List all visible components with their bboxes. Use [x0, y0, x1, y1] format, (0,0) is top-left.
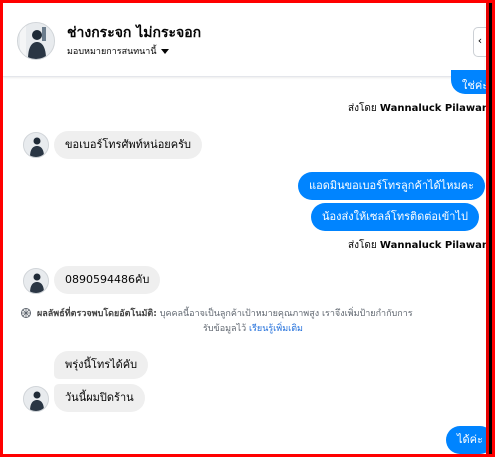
incoming-message[interactable]: 0890594486คับ: [54, 266, 161, 294]
sent-by-name: Wannaluck Pilawan: [379, 240, 489, 251]
assign-conversation[interactable]: มอบหมายการสนทนานี้: [67, 44, 169, 58]
assign-label[interactable]: มอบหมายการสนทนานี้: [67, 47, 157, 57]
sent-by-name: Wannaluck Pilawan: [379, 103, 489, 114]
sent-by-label: ส่งโดย Wannaluck Pilawan?: [348, 101, 495, 116]
contact-name[interactable]: ช่างกระจก ไม่กระจอก: [67, 22, 201, 44]
corner-button[interactable]: ‹: [473, 27, 486, 57]
sparkle-icon: [21, 308, 31, 318]
contact-avatar-small[interactable]: [23, 268, 49, 294]
contact-avatar-small[interactable]: [23, 132, 49, 158]
notice-text-2: รับข้อมูลไว้: [203, 324, 247, 334]
outgoing-message[interactable]: น้องส่งให้เซลล์โทรติดต่อเข้าไป: [311, 203, 479, 231]
learn-more-link[interactable]: เรียนรู้เพิ่มเติม: [249, 324, 303, 334]
outgoing-message[interactable]: แอดมินขอเบอร์โทรลูกค้าได้ไหมคะ: [298, 172, 485, 200]
notice-line-1: ผลลัพธ์ที่ตรวจพบโดยอัตโนมัติ: บุคคลนี้อา…: [37, 307, 413, 321]
sent-by-prefix: ส่งโดย: [348, 103, 377, 114]
contact-avatar-small[interactable]: [23, 386, 49, 412]
notice-text: บุคคลนี้อาจเป็นลูกค้าเป้าหมายคุณภาพสูง เ…: [159, 309, 413, 319]
incoming-message[interactable]: พรุ่งนี้โทรได้คับ: [54, 351, 149, 379]
conversation-header: ช่างกระจก ไม่กระจอก มอบหมายการสนทนานี้ ‹: [3, 3, 486, 77]
notice-line-2: รับข้อมูลไว้ เรียนรู้เพิ่มเติม: [203, 322, 303, 336]
contact-avatar[interactable]: [17, 22, 55, 60]
chevron-down-icon[interactable]: [160, 49, 169, 54]
sent-by-label: ส่งโดย Wannaluck Pilawan?: [348, 238, 495, 253]
frame-right-edge: [486, 0, 495, 457]
sent-by-prefix: ส่งโดย: [348, 240, 377, 251]
incoming-message[interactable]: วันนี้ผมปิดร้าน: [54, 384, 145, 412]
notice-title: ผลลัพธ์ที่ตรวจพบโดยอัตโนมัติ:: [37, 309, 157, 319]
incoming-message[interactable]: ขอเบอร์โทรศัพท์หน่อยครับ: [54, 131, 203, 159]
